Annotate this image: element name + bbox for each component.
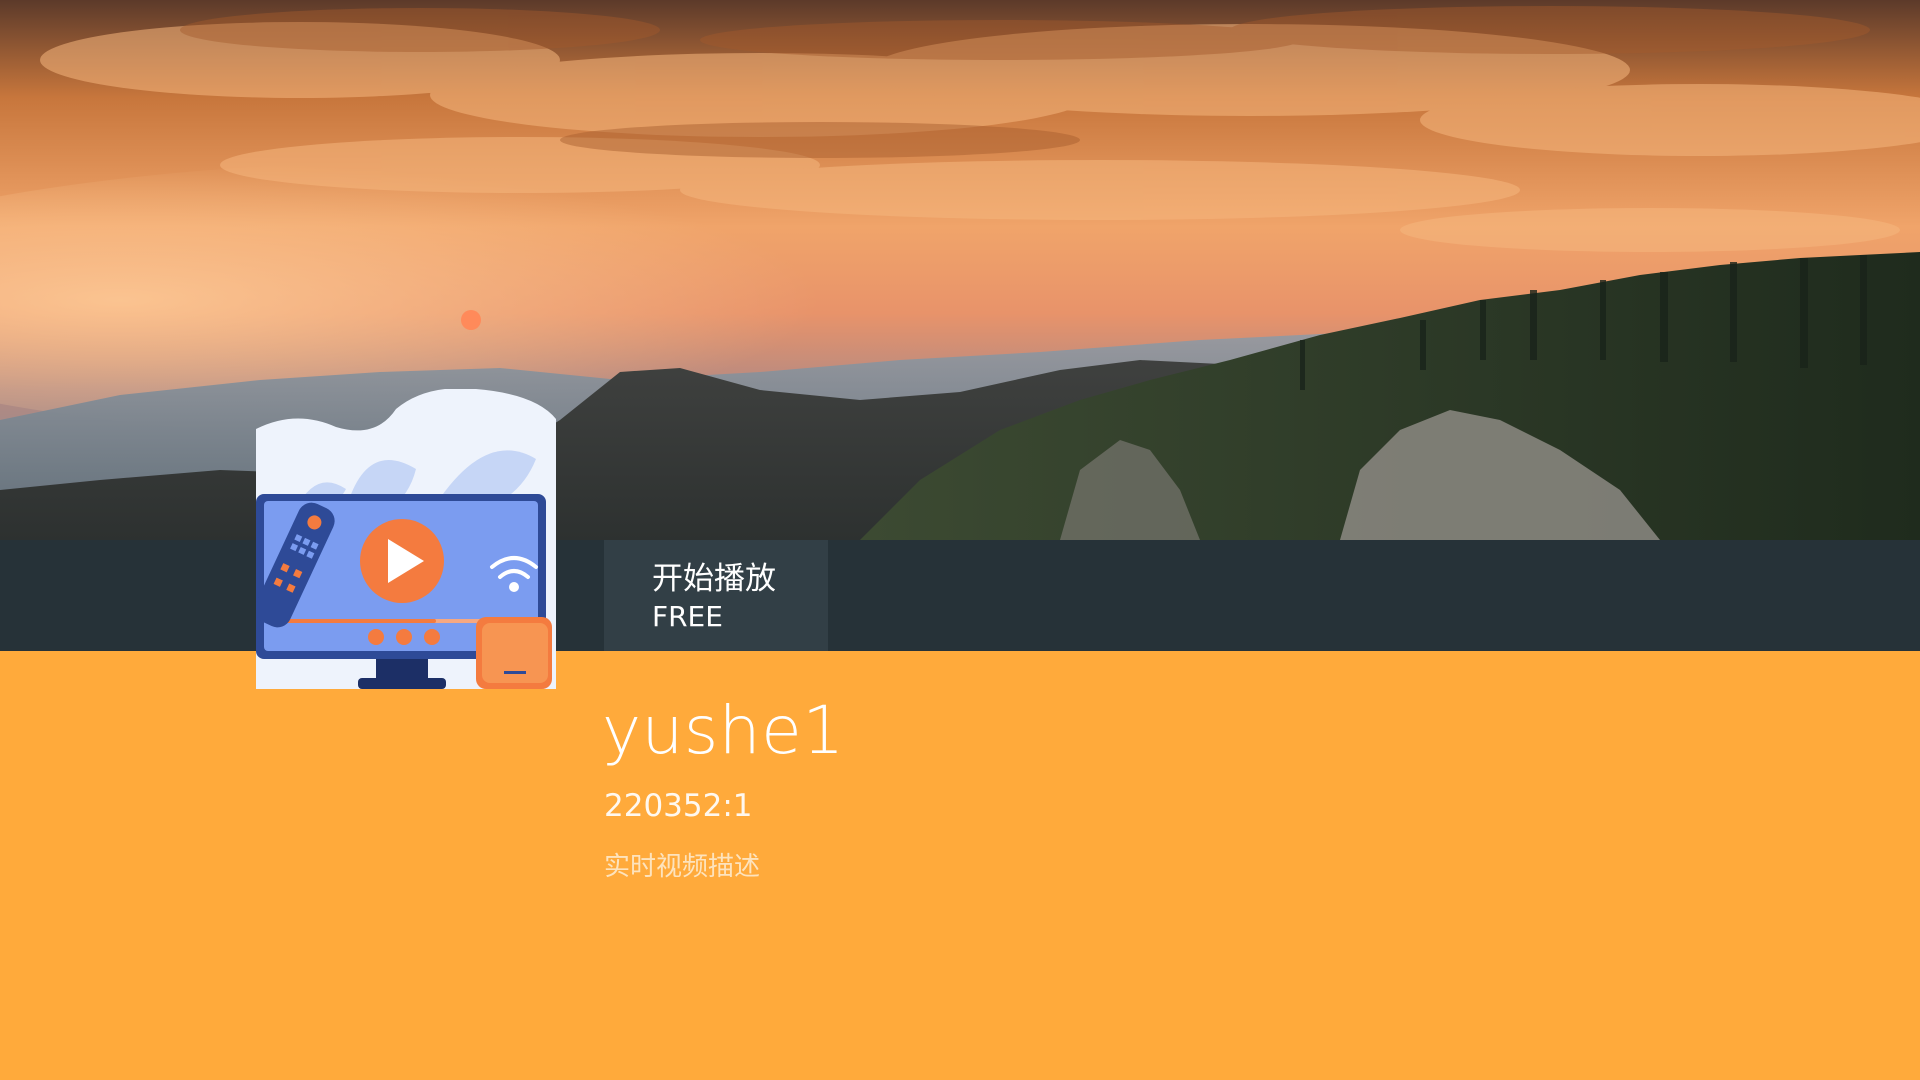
play-action-label: 开始播放	[652, 561, 776, 597]
details-screen: 开始播放 FREE yushe1 220352:1 实时视频描述	[0, 0, 1920, 1080]
poster-image	[256, 389, 556, 689]
play-action-button[interactable]: 开始播放 FREE	[604, 540, 828, 651]
video-title: yushe1	[602, 692, 845, 769]
video-subtitle: 220352:1	[604, 788, 753, 824]
play-icon	[360, 519, 444, 603]
play-action-price: FREE	[652, 600, 723, 633]
details-panel: yushe1 220352:1 实时视频描述	[0, 651, 1920, 1080]
video-description: 实时视频描述	[604, 852, 761, 882]
